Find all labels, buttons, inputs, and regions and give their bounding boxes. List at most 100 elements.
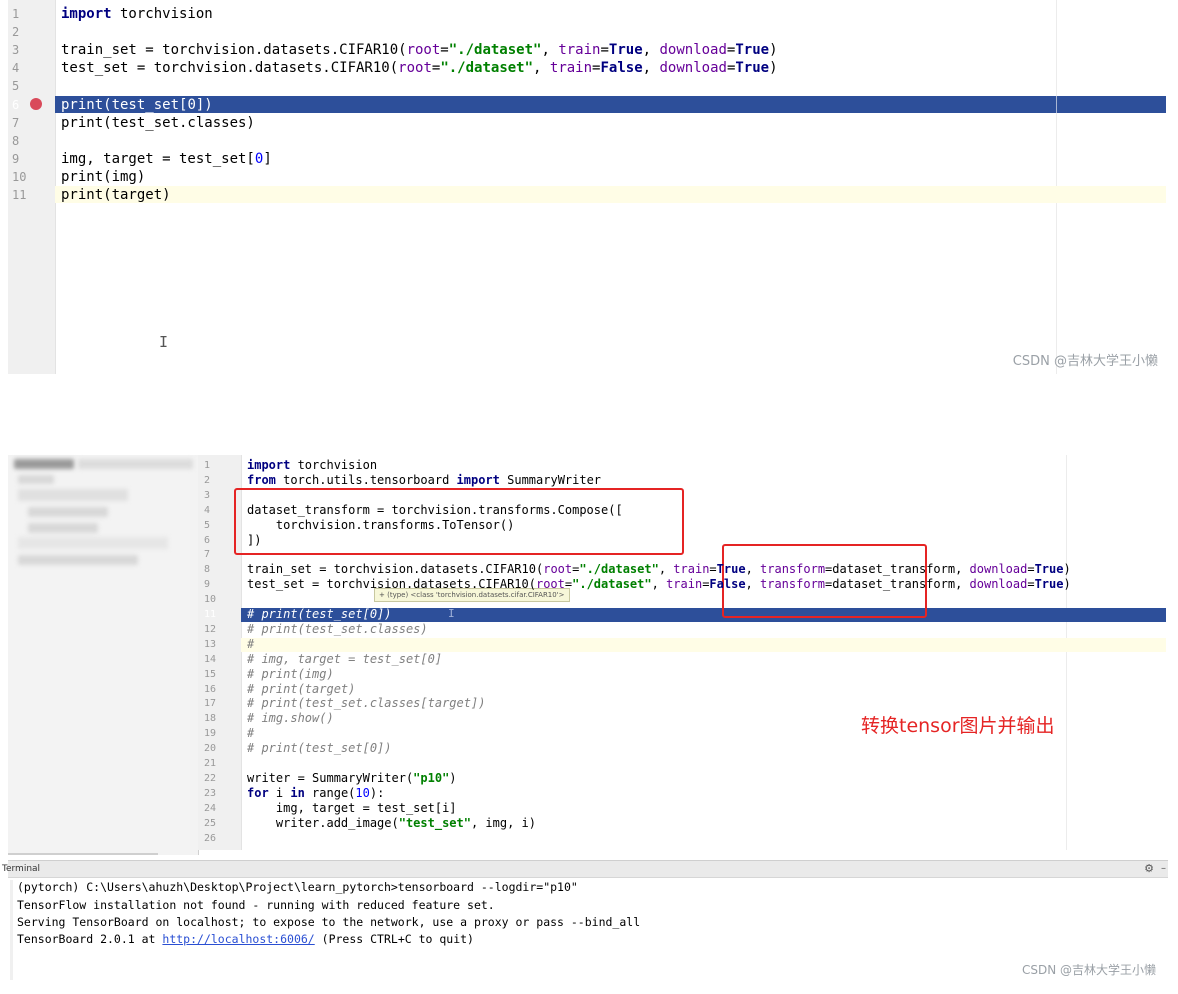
terminal-panel[interactable]: Terminal ⚙ – (pytorch) C:\Users\ahuzh\De… xyxy=(2,860,1168,980)
code-token: for xyxy=(247,785,269,800)
code-token: img, target = test_set[ xyxy=(61,150,255,167)
code-token: download xyxy=(969,577,1028,592)
code-token: train xyxy=(558,42,601,59)
code-token: ) xyxy=(769,42,778,59)
code-line[interactable]: # xyxy=(247,726,254,741)
code-token: ] xyxy=(263,150,272,167)
minimize-icon[interactable]: – xyxy=(1161,861,1166,877)
code-token: True xyxy=(1034,577,1064,592)
code-line[interactable]: writer = SummaryWriter("p10") xyxy=(247,771,457,786)
code-token: from xyxy=(247,472,276,487)
code-line[interactable]: # print(test_set[0]) xyxy=(247,607,392,622)
code-line[interactable]: writer.add_image("test_set", img, i) xyxy=(247,816,536,831)
line-number: 6 xyxy=(12,97,20,112)
line-number: 8 xyxy=(12,133,20,148)
code-token: "./dataset" xyxy=(448,42,542,59)
blurred-project-item xyxy=(28,523,98,533)
blurred-project-item xyxy=(18,537,168,549)
code-line[interactable]: print(target) xyxy=(61,186,171,204)
code-token: train xyxy=(666,577,703,592)
code-token: root xyxy=(543,562,573,577)
code-line[interactable]: test_set = torchvision.datasets.CIFAR10(… xyxy=(61,59,778,77)
code-token: # xyxy=(247,636,255,651)
code-line[interactable]: # print(img) xyxy=(247,667,334,682)
line-number: 5 xyxy=(204,519,211,531)
tensorboard-link[interactable]: http://localhost:6006/ xyxy=(162,932,314,946)
code-token: , xyxy=(642,60,660,77)
code-line[interactable]: img, target = test_set[i] xyxy=(247,801,457,816)
line-number: 8 xyxy=(204,564,211,576)
code-token: import xyxy=(456,472,500,487)
code-token: 10 xyxy=(355,785,370,800)
code-editor-top[interactable]: I CSDN @吉林大学王小懒 1 2 3 4 5 6 7 8 9 10 11 import torc… xyxy=(8,0,1166,374)
code-line[interactable]: torchvision.transforms.ToTensor() xyxy=(247,518,514,533)
terminal-line: Serving TensorBoard on localhost; to exp… xyxy=(17,915,641,929)
line-number: 22 xyxy=(204,772,217,784)
code-line[interactable]: dataset_transform = torchvision.transfor… xyxy=(247,503,623,518)
code-token: print(test_set.classes) xyxy=(61,114,255,131)
code-token: writer = SummaryWriter( xyxy=(247,770,414,785)
code-token: False xyxy=(709,577,746,592)
code-token: ) xyxy=(1063,562,1071,577)
code-line[interactable]: for i in range(10): xyxy=(247,786,384,801)
code-token: torchvision xyxy=(111,6,213,22)
line-number: 13 xyxy=(204,638,217,650)
code-line[interactable]: train_set = torchvision.datasets.CIFAR10… xyxy=(247,562,1071,577)
line-number: 3 xyxy=(204,489,211,501)
code-line[interactable]: # img, target = test_set[0] xyxy=(247,652,442,667)
code-token: "./dataset" xyxy=(579,562,659,577)
line-number: 20 xyxy=(204,743,217,755)
code-token: ]) xyxy=(195,96,213,113)
code-token: # print(test_set.classes[target]) xyxy=(247,696,486,711)
code-line[interactable]: # print(test_set.classes) xyxy=(247,622,428,637)
line-number: 5 xyxy=(12,79,20,94)
code-line[interactable]: img, target = test_set[0] xyxy=(61,150,272,168)
line-number: 11 xyxy=(12,188,27,202)
terminal-left-bar xyxy=(10,880,13,980)
code-token: = xyxy=(709,562,717,577)
code-token: img, target = test_set[i] xyxy=(247,800,457,815)
code-token: # xyxy=(247,726,255,741)
code-line[interactable]: # print(test_set[0]) xyxy=(247,741,392,756)
code-line[interactable]: # print(target) xyxy=(247,682,355,697)
code-token: ): xyxy=(369,785,385,800)
code-editor-bottom[interactable]: + (type) <class 'torchvision.datasets.ci… xyxy=(8,455,1166,855)
code-line[interactable]: import torchvision xyxy=(247,458,377,473)
code-token: True xyxy=(608,42,643,59)
code-line[interactable]: train_set = torchvision.datasets.CIFAR10… xyxy=(61,41,778,59)
gear-icon[interactable]: ⚙ xyxy=(1144,861,1154,877)
code-token: = xyxy=(1027,562,1035,577)
code-line[interactable]: ]) xyxy=(247,533,261,548)
code-token: "./dataset" xyxy=(440,60,534,77)
code-line[interactable]: print(img) xyxy=(61,168,145,186)
code-token: in xyxy=(290,785,305,800)
code-line[interactable]: # print(test_set.classes[target]) xyxy=(247,696,485,711)
code-token: writer.add_image( xyxy=(247,815,399,830)
code-token: import xyxy=(61,6,112,22)
code-line[interactable]: import torchvision xyxy=(61,5,213,23)
code-token: True xyxy=(716,562,746,577)
right-margin-guide xyxy=(1066,455,1067,850)
line-number: 12 xyxy=(204,623,217,635)
project-panel[interactable] xyxy=(8,455,199,855)
code-line[interactable]: print(test_set.classes) xyxy=(61,114,255,132)
code-token: print(test_set[ xyxy=(61,96,188,113)
code-line[interactable]: test_set = torchvision.datasets.CIFAR10(… xyxy=(247,577,1071,592)
code-line[interactable]: # xyxy=(247,637,254,652)
line-number: 4 xyxy=(204,504,211,516)
code-token: "p10" xyxy=(413,770,450,785)
margin-mark xyxy=(1056,96,1057,113)
blurred-project-item xyxy=(18,475,54,484)
code-token: # img, target = test_set[0] xyxy=(247,651,443,666)
code-token: torch.utils.tensorboard xyxy=(275,472,457,487)
code-token: "./dataset" xyxy=(572,577,652,592)
code-token: test_set = torchvision.datasets.CIFAR10( xyxy=(61,60,399,77)
code-token: train_set = torchvision.datasets.CIFAR10… xyxy=(247,562,544,577)
scrollbar[interactable] xyxy=(8,853,158,855)
code-line[interactable]: print(test_set[0]) xyxy=(61,96,213,114)
code-token: train_set = torchvision.datasets.CIFAR10… xyxy=(61,42,407,59)
code-line[interactable]: # img.show() xyxy=(247,711,334,726)
code-line[interactable]: from torch.utils.tensorboard import Summ… xyxy=(247,473,601,488)
code-token: train xyxy=(549,60,593,77)
code-token: # print(test_set[0]) xyxy=(247,607,392,621)
